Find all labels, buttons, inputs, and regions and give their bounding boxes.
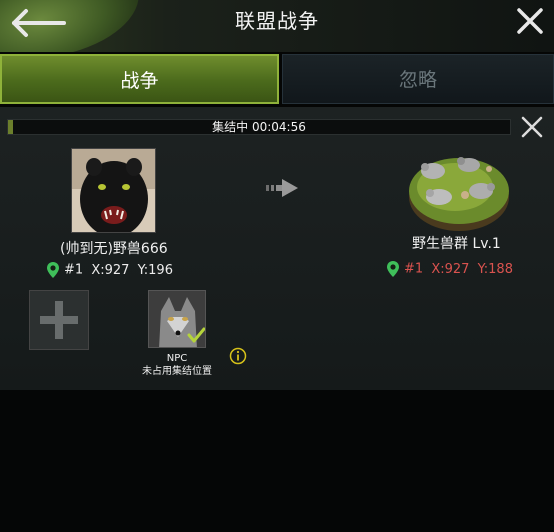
location-pin-icon [47,262,59,278]
close-icon [521,116,543,138]
npc-slot-label: NPC 未占用集结位置 [128,352,226,378]
rally-panel: 集结中 00:04:56 (帅到无)野兽666 #1 X:927 Y:196 野… [0,107,554,390]
attacker-server: #1 [64,262,84,278]
location-pin-icon [387,261,399,277]
header-bar: 联盟战争 [0,0,554,52]
cancel-rally-button[interactable] [520,115,544,139]
attacker-coordinates[interactable]: #1 X:927 Y:196 [46,261,173,280]
tab-bar: 战争 忽略 [0,54,554,106]
panther-portrait [72,149,155,232]
empty-area [0,390,554,532]
attacker-y: Y:196 [137,262,173,278]
tab-war[interactable]: 战争 [0,54,279,104]
close-icon [517,8,543,34]
attacker-avatar[interactable] [71,148,156,233]
rally-progress-bar: 集结中 00:04:56 [7,119,511,135]
wolf-pack-image[interactable] [405,145,513,237]
target-y: Y:188 [477,261,513,277]
tab-ignore[interactable]: 忽略 [282,54,554,104]
close-button[interactable] [514,5,546,37]
rally-status-text: 集结中 00:04:56 [212,120,306,134]
attacker-x: X:927 [91,262,130,278]
target-coordinates[interactable]: #1 X:927 Y:188 [386,260,513,279]
target-x: X:927 [431,261,470,277]
npc-name: NPC [166,353,188,364]
attacker-name: (帅到无)野兽666 [60,241,168,257]
npc-status: 未占用集结位置 [142,366,212,377]
page-title: 联盟战争 [235,9,319,33]
wolf-portrait [149,291,205,347]
npc-wolf-portrait[interactable] [148,290,206,348]
add-rally-slot-button[interactable] [29,290,89,350]
info-icon[interactable] [229,347,247,365]
target-server: #1 [404,261,424,277]
target-name: 野生兽群 Lv.1 [412,236,501,252]
arrow-right-icon [266,179,298,197]
